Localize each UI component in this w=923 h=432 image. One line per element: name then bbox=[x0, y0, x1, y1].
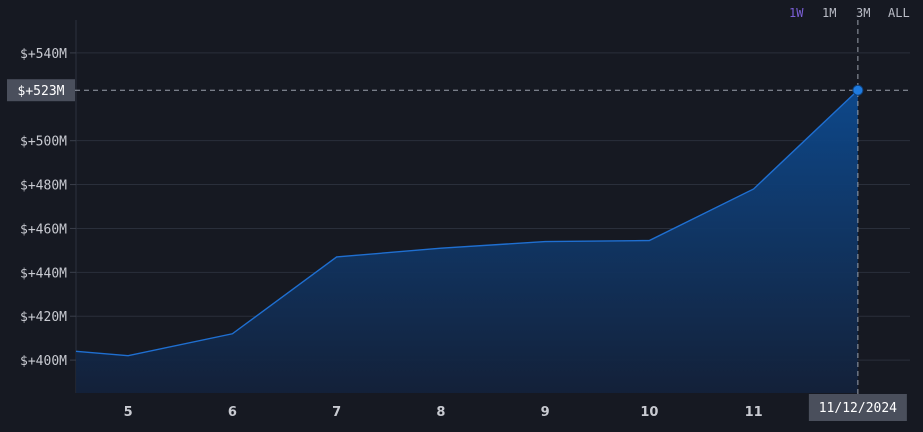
crosshair-y-label: $+523M bbox=[18, 84, 65, 99]
data-point-marker bbox=[852, 84, 864, 96]
x-tick-label: 7 bbox=[332, 405, 341, 420]
y-tick-label: $+540M bbox=[20, 47, 67, 62]
y-tick-label: $+400M bbox=[20, 354, 67, 369]
x-tick-label: 10 bbox=[640, 405, 658, 420]
x-tick-label: 9 bbox=[541, 405, 550, 420]
y-tick-label: $+480M bbox=[20, 179, 67, 194]
y-tick-label: $+500M bbox=[20, 135, 67, 150]
range-1m-button[interactable]: 1M bbox=[822, 6, 836, 20]
range-3m-button[interactable]: 3M bbox=[856, 6, 870, 20]
x-tick-label: 6 bbox=[228, 405, 237, 420]
x-tick-label: 5 bbox=[124, 405, 133, 420]
x-tick-label: 8 bbox=[436, 405, 445, 420]
y-tick-label: $+420M bbox=[20, 310, 67, 325]
x-tick-label: 11 bbox=[745, 405, 763, 420]
y-tick-label: $+460M bbox=[20, 222, 67, 237]
area-chart: $+400M $+420M $+440M $+460M $+480M $+500M $+54… bbox=[7, 20, 910, 421]
y-tick-label: $+440M bbox=[20, 266, 67, 281]
range-all-button[interactable]: ALL bbox=[888, 6, 910, 20]
crosshair-x-label: 11/12/2024 bbox=[819, 401, 897, 416]
range-1w-button[interactable]: 1W bbox=[789, 6, 803, 20]
